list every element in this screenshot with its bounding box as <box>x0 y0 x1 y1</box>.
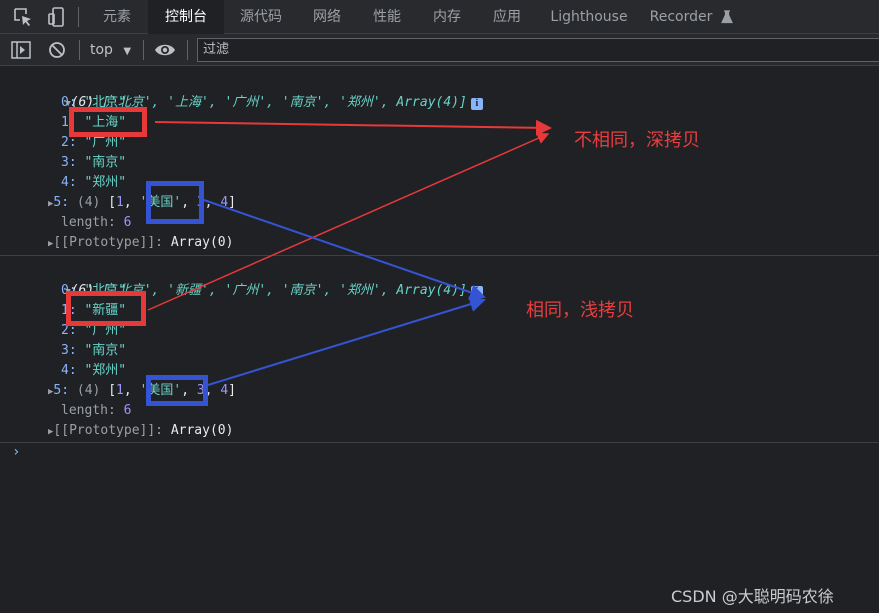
arrow-xinjiang-to-deep-note <box>147 132 550 311</box>
arrow-usa1-to-shallow-note <box>203 199 486 300</box>
deep-copy-note: 不相同，深拷贝 <box>574 130 700 151</box>
arrow-usa2-to-shallow-note <box>207 296 486 386</box>
arrow-shanghai-to-deep-note <box>154 119 552 136</box>
annotation-arrows <box>147 119 552 386</box>
watermark: CSDN @大聪明码农徐 <box>671 587 834 606</box>
shallow-copy-note: 相同，浅拷贝 <box>526 300 634 321</box>
